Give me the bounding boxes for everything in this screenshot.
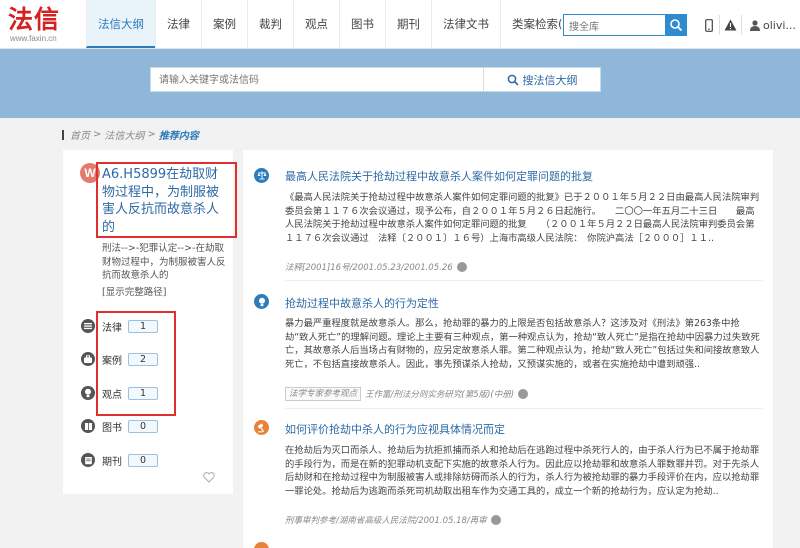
category-label: 观点 <box>102 389 122 401</box>
nav-item-journals[interactable]: 期刊 <box>385 0 431 48</box>
outline-path: 刑法-->-犯罪认定-->-在劫取财物过程中，为制服被害人反抗而故意杀人的 <box>102 243 226 281</box>
main-nav: 法信大纲 法律 案例 裁判 观点 图书 期刊 法律文书 类案检索(测试版) <box>86 0 612 48</box>
outline-search-button[interactable]: 搜法信大纲 <box>483 68 600 91</box>
breadcrumb-outline[interactable]: 法信大纲 <box>104 127 144 142</box>
article-meta-text: 刑事审判参考/湖南省高级人民法院/2001.05.18/再审 <box>285 516 487 526</box>
share-icon[interactable] <box>490 515 501 525</box>
article-divider <box>285 408 763 409</box>
top-icon-group: olivi... <box>698 15 796 35</box>
article-meta: 法释[2001]16号/2001.05.23/2001.05.26 <box>285 261 467 273</box>
logo-sub-text: www.faxin.cn <box>10 34 57 43</box>
user-icon <box>750 19 760 31</box>
article-summary: 暴力最严重程度就是故意杀人。那么，抢劫罪的暴力的上限是否包括故意杀人？这涉及对《… <box>285 318 760 370</box>
next-article-icon <box>254 542 269 548</box>
nav-item-law[interactable]: 法律 <box>155 0 201 48</box>
category-row-journals[interactable]: 期刊 0 <box>81 452 158 468</box>
user-name-label: olivi... <box>763 18 796 32</box>
article-tag: 法学专家参考观点 <box>285 387 362 401</box>
category-row-books[interactable]: 图书 0 <box>81 418 158 434</box>
show-full-path-link[interactable]: [显示完整路径] <box>102 284 166 298</box>
breadcrumb-bar <box>62 129 64 140</box>
outline-title: A6.H5899在劫取财物过程中，为制服被害人反抗而故意杀人的 <box>102 167 220 235</box>
breadcrumb-separator: > <box>147 129 156 140</box>
user-menu[interactable]: olivi... <box>750 19 796 32</box>
favorite-heart-icon[interactable] <box>203 472 215 483</box>
nav-item-judgment[interactable]: 裁判 <box>247 0 293 48</box>
article-summary: 《最高人民法院关于抢劫过程中故意杀人案件如何定罪问题的批复》已于２００１年５月２… <box>285 192 760 244</box>
article-meta: 刑事审判参考/湖南省高级人民法院/2001.05.18/再审 <box>285 514 501 526</box>
article-title-link[interactable]: 抢劫过程中故意杀人的行为定性 <box>285 295 439 311</box>
share-icon[interactable] <box>518 389 529 399</box>
outline-search-box: 搜法信大纲 <box>150 67 601 92</box>
outline-detail-panel: W A6.H5899在劫取财物过程中，为制服被害人反抗而故意杀人的 刑法-->-… <box>63 150 237 494</box>
share-icon[interactable] <box>456 262 467 272</box>
site-logo[interactable]: 法信 www.faxin.cn <box>8 6 80 46</box>
category-count-badge: 1 <box>128 386 158 400</box>
scales-icon <box>254 168 269 183</box>
nav-item-viewpoint[interactable]: 观点 <box>293 0 339 48</box>
outline-search-input[interactable] <box>151 69 481 92</box>
category-label: 法律 <box>102 322 122 334</box>
category-label: 案例 <box>102 355 122 367</box>
breadcrumb-home[interactable]: 首页 <box>70 127 90 142</box>
breadcrumb-separator: > <box>93 129 102 140</box>
breadcrumb: 首页 > 法信大纲 > 推荐内容 <box>62 127 199 142</box>
logo-main-text: 法信 <box>8 5 61 34</box>
breadcrumb-current: 推荐内容 <box>158 131 199 142</box>
nav-item-legal-docs[interactable]: 法律文书 <box>431 0 500 48</box>
nav-item-case[interactable]: 案例 <box>201 0 247 48</box>
category-label: 期刊 <box>102 456 122 468</box>
outline-search-button-label: 搜法信大纲 <box>522 73 578 87</box>
article-title-link[interactable]: 最高人民法院关于抢劫过程中故意杀人案件如何定罪问题的批复 <box>285 168 593 184</box>
journal-icon <box>81 453 95 467</box>
category-count-badge: 0 <box>128 453 158 467</box>
search-icon <box>670 19 683 32</box>
article-meta-text: 法释[2001]16号/2001.05.23/2001.05.26 <box>285 263 453 273</box>
category-count-badge: 0 <box>128 419 158 433</box>
top-search-button[interactable] <box>665 14 687 36</box>
category-count-badge: 2 <box>128 352 158 366</box>
recommended-content-list: 最高人民法院关于抢劫过程中故意杀人案件如何定罪问题的批复 《最高人民法院关于抢劫… <box>243 150 773 548</box>
category-row-law[interactable]: 法律 1 <box>81 318 158 334</box>
warning-icon[interactable] <box>720 15 742 35</box>
lightbulb-icon <box>254 294 269 309</box>
article-divider <box>285 280 763 281</box>
article-meta-text: 王作富/刑法分则实务研究(第5版)(中册) <box>365 390 515 400</box>
article-meta: 法学专家参考观点 王作富/刑法分则实务研究(第5版)(中册) <box>285 387 529 401</box>
search-icon <box>507 74 519 86</box>
viewpoint-icon <box>81 386 95 400</box>
category-label: 图书 <box>102 422 122 434</box>
top-search-input[interactable] <box>564 17 664 38</box>
book-icon <box>81 419 95 433</box>
nav-item-books[interactable]: 图书 <box>339 0 385 48</box>
top-navbar: 法信 www.faxin.cn 法信大纲 法律 案例 裁判 观点 图书 期刊 法… <box>0 0 800 49</box>
mobile-icon[interactable] <box>698 15 720 35</box>
category-row-case[interactable]: 案例 2 <box>81 351 158 367</box>
top-search-box <box>563 14 687 38</box>
article-summary: 在抢劫后为灭口而杀人、抢劫后为抗拒抓捕而杀人和抢劫后在逃跑过程中杀死行人的，由于… <box>285 445 760 497</box>
article-title-link[interactable]: 如何评价抢劫中杀人的行为应视具体情况而定 <box>285 421 505 437</box>
category-count-badge: 1 <box>128 319 158 333</box>
gavel-icon <box>254 420 269 435</box>
law-icon <box>81 319 95 333</box>
nav-item-outline[interactable]: 法信大纲 <box>86 0 155 48</box>
search-banner: 搜法信大纲 <box>0 49 800 118</box>
category-row-viewpoint[interactable]: 观点 1 <box>81 385 158 401</box>
case-icon <box>81 352 95 366</box>
outline-title-highlight: A6.H5899在劫取财物过程中，为制服被害人反抗而故意杀人的 <box>96 162 237 238</box>
